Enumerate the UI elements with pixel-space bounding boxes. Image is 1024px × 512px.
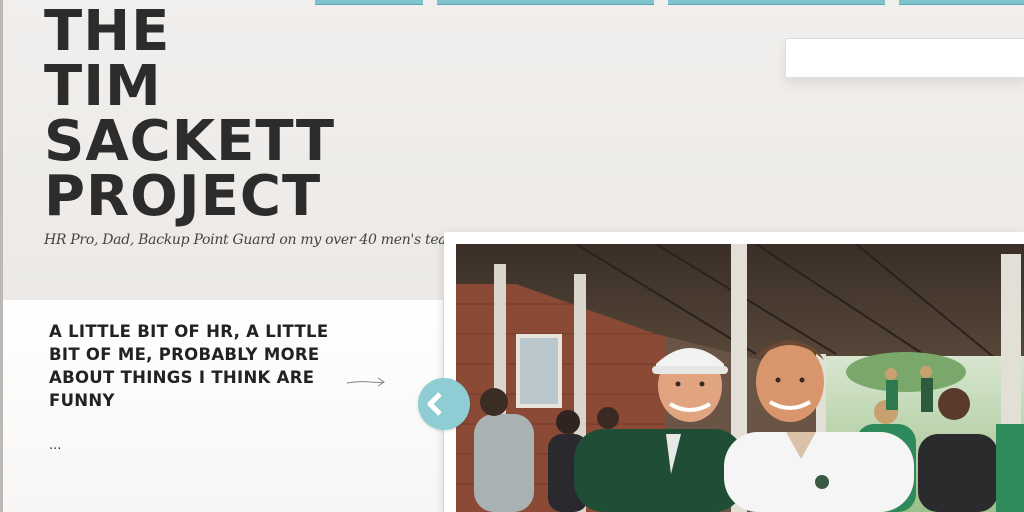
site-title[interactable]: THE TIM SACKETT PROJECT (44, 0, 424, 229)
site-title-line: THE (44, 0, 171, 64)
site-tagline: HR Pro, Dad, Backup Point Guard on my ov… (44, 232, 460, 248)
site-title-line: PROJECT (44, 164, 322, 229)
nav-tab-2[interactable] (437, 0, 654, 5)
slider-prev-button[interactable] (418, 378, 470, 430)
photo-illustration (456, 244, 1024, 512)
intro-panel: A LITTLE BIT OF HR, A LITTLE BIT OF ME, … (3, 300, 443, 512)
featured-slider (444, 232, 1024, 512)
intro-more-link[interactable]: ... (49, 438, 61, 453)
site-title-line: SACKETT (44, 109, 336, 174)
intro-headline: A LITTLE BIT OF HR, A LITTLE BIT OF ME, … (49, 322, 329, 410)
arrow-right-icon (346, 377, 385, 387)
nav-tab-4[interactable] (899, 0, 1024, 5)
chevron-left-icon (427, 392, 442, 416)
featured-photo[interactable] (456, 244, 1024, 512)
nav-tab-3[interactable] (668, 0, 885, 5)
search-input[interactable] (785, 38, 1024, 78)
site-title-line: TIM (44, 54, 162, 119)
